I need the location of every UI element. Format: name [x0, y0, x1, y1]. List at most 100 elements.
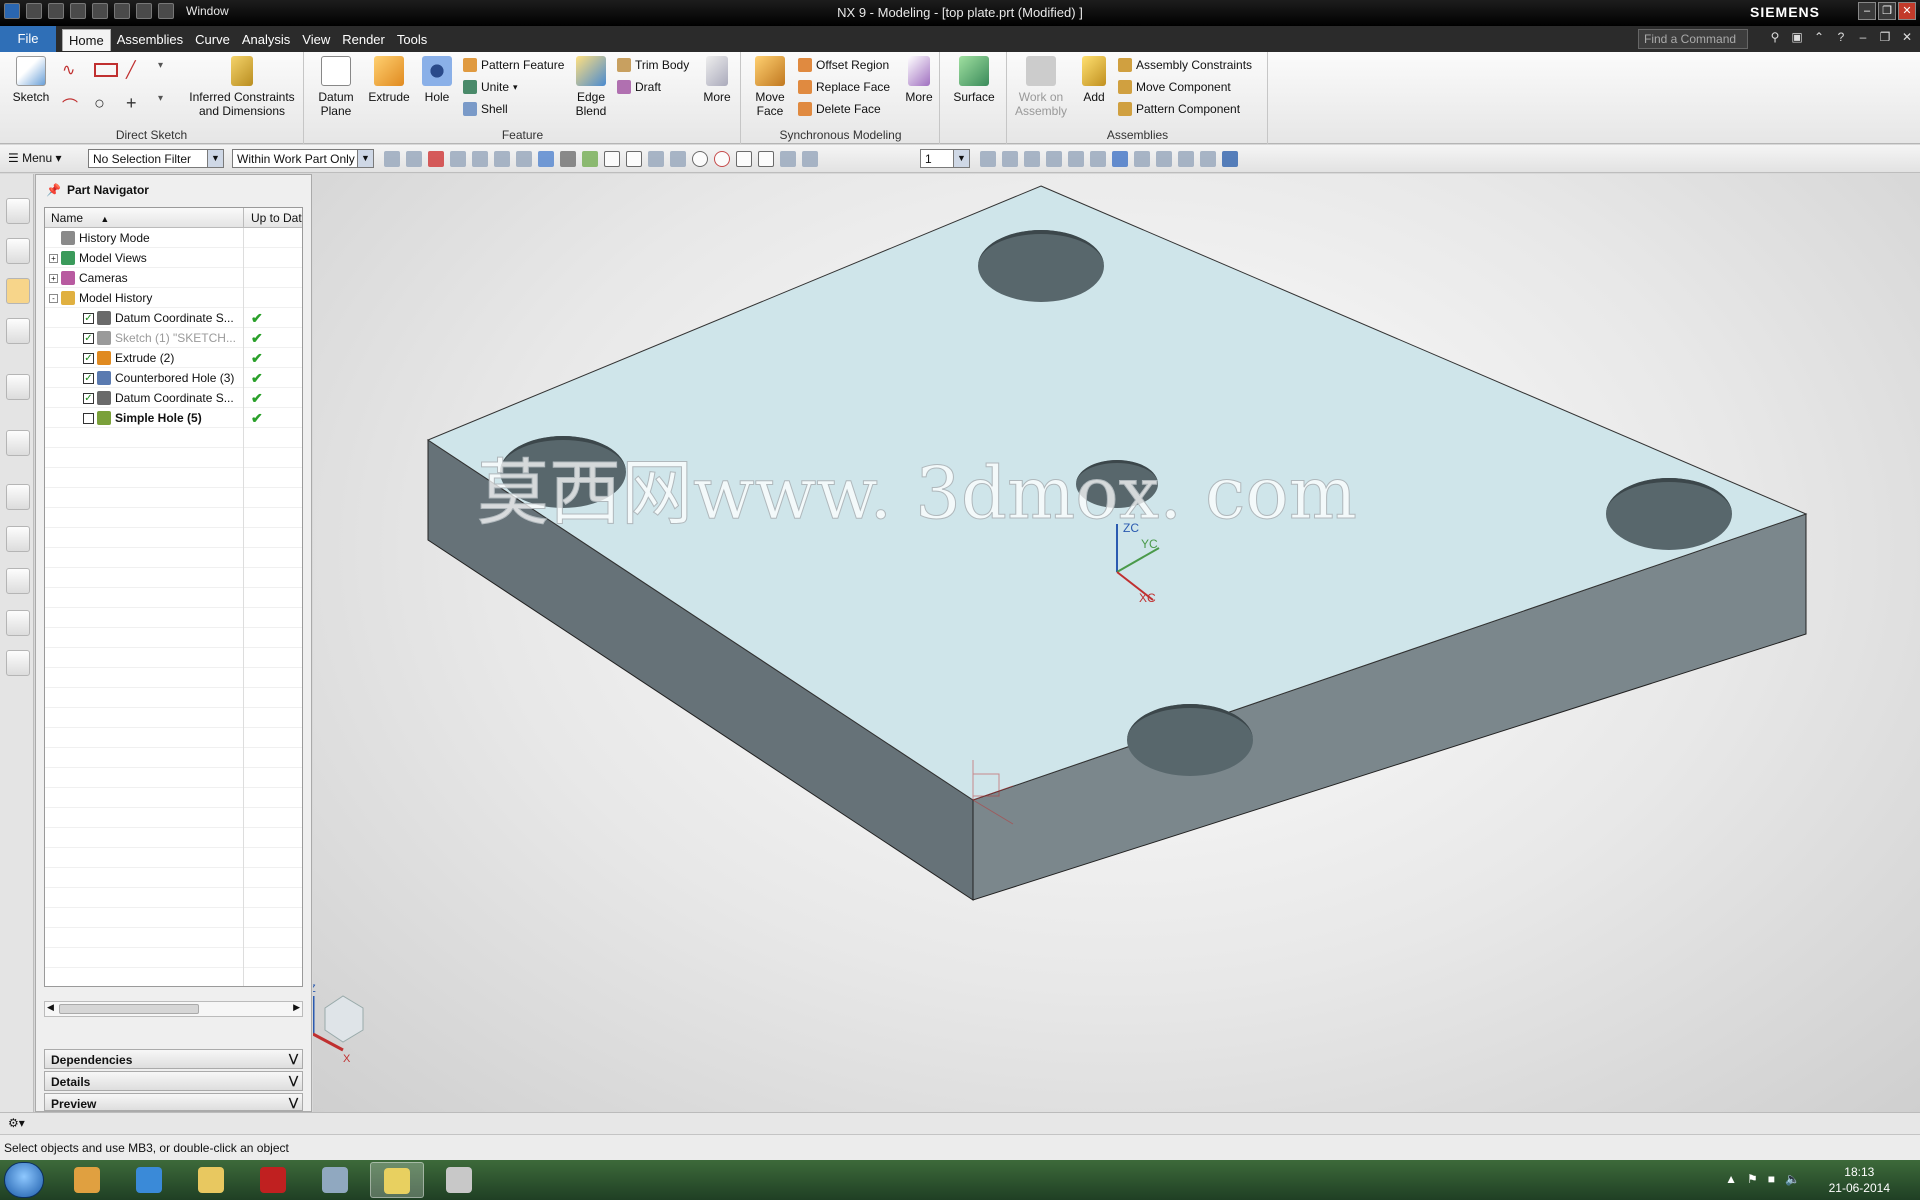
tab-home[interactable]: Home [62, 29, 111, 51]
start-button[interactable] [4, 1162, 44, 1198]
tree-row-name-cell[interactable]: + Model Views [45, 248, 244, 268]
hole-front[interactable] [1127, 704, 1253, 776]
feature-checkbox[interactable]: ✓ [83, 352, 94, 364]
tree-row[interactable]: + Model Views [45, 248, 302, 268]
tree-row[interactable]: ✓ Extrude (2) ✔ [45, 348, 302, 368]
trim-body-button[interactable]: Trim Body [617, 58, 689, 72]
zoom-icon[interactable] [1002, 151, 1018, 167]
tray-expand-icon[interactable]: ▲ [1725, 1172, 1737, 1186]
chevron-down-icon[interactable]: ⋁ [289, 1074, 298, 1087]
constraint-navigator-icon[interactable] [6, 238, 30, 264]
tree-expander-icon[interactable]: + [49, 253, 58, 263]
select-lasso-icon[interactable] [472, 151, 488, 167]
select-rectangle-icon[interactable] [428, 151, 444, 167]
graphics-window[interactable]: ZC YC XC Z X 莫西网www. 3dmox. com [313, 174, 1920, 1112]
taskbar-app-ie[interactable] [122, 1162, 176, 1198]
assembly-navigator-icon[interactable] [6, 198, 30, 224]
full-screen-icon[interactable]: ▣ [1790, 30, 1804, 44]
assembly-constraints-button[interactable]: Assembly Constraints [1118, 58, 1252, 72]
surface-button[interactable]: Surface [951, 56, 997, 104]
edge-blend-button[interactable]: Edge Blend [569, 56, 613, 118]
tree-row[interactable]: History Mode [45, 228, 302, 248]
circle-icon[interactable]: ○ [94, 93, 118, 122]
taskbar-app-nx[interactable] [370, 1162, 424, 1198]
preview-panel[interactable]: Preview ⋁ [44, 1093, 303, 1111]
existing-point-icon[interactable] [736, 151, 752, 167]
sync-more-button[interactable]: More [902, 56, 936, 104]
menu-button[interactable]: ☰ Menu ▾ [8, 151, 61, 165]
tree-row-name-cell[interactable]: History Mode [45, 228, 244, 248]
network-icon[interactable]: ■ [1768, 1172, 1775, 1186]
snap-enable-icon[interactable] [582, 151, 598, 167]
more-curves-icon[interactable]: ▾ [158, 60, 182, 85]
history-icon[interactable] [6, 484, 30, 510]
line-icon[interactable]: ╱ [126, 60, 150, 85]
taskbar-app-paint[interactable] [60, 1162, 114, 1198]
feature-checkbox[interactable]: ✓ [83, 372, 94, 384]
shell-button[interactable]: Shell [463, 102, 508, 116]
reuse-library-icon[interactable] [6, 318, 30, 344]
feature-checkbox[interactable]: ✓ [83, 332, 94, 344]
rotate-icon[interactable] [1024, 151, 1040, 167]
control-point-icon[interactable] [648, 151, 664, 167]
tree-row-name-cell[interactable]: ✓ Counterbored Hole (3) [45, 368, 244, 388]
point-on-face-icon[interactable] [780, 151, 796, 167]
feature-checkbox[interactable] [83, 412, 94, 424]
tree-row-name-cell[interactable]: + Cameras [45, 268, 244, 288]
tree-row[interactable]: ✓ Sketch (1) "SKETCH... ✔ [45, 328, 302, 348]
help-icon[interactable]: ? [1834, 30, 1848, 44]
offset-region-button[interactable]: Offset Region [798, 58, 889, 72]
tree-row[interactable]: - Model History [45, 288, 302, 308]
pattern-feature-button[interactable]: Pattern Feature [463, 58, 564, 72]
action-center-icon[interactable]: ⚑ [1747, 1172, 1758, 1186]
taskbar-app-paint2[interactable] [432, 1162, 486, 1198]
hole-button[interactable]: Hole [417, 56, 457, 104]
select-bodies-icon[interactable] [516, 151, 532, 167]
layer-settings-icon[interactable] [1200, 151, 1216, 167]
render-style-icon[interactable] [1068, 151, 1084, 167]
tree-row-name-cell[interactable]: ✓ Sketch (1) "SKETCH... [45, 328, 244, 348]
sketch-curve-palette[interactable]: ∿ ╱ ▾ ⌒ ○ + ▾ [62, 60, 174, 122]
inferred-constraints-button[interactable]: Inferred Constraints and Dimensions [182, 56, 302, 118]
part-navigator-icon[interactable] [6, 278, 30, 304]
taskbar-app-acrobat[interactable] [246, 1162, 300, 1198]
doc-minimize-icon[interactable]: – [1856, 30, 1870, 44]
move-face-button[interactable]: Move Face [750, 56, 790, 118]
tab-view[interactable]: View [296, 29, 336, 51]
manufacturing-wizards-icon[interactable] [6, 568, 30, 594]
tree-row-name-cell[interactable]: ✓ Extrude (2) [45, 348, 244, 368]
tree-row-name-cell[interactable]: ✓ Datum Coordinate S... [45, 308, 244, 328]
fit-icon[interactable] [980, 151, 996, 167]
rectangle-icon[interactable] [94, 63, 118, 77]
pan-icon[interactable] [1046, 151, 1062, 167]
select-features-icon[interactable] [384, 151, 400, 167]
deselect-icon[interactable] [450, 151, 466, 167]
minimize-button[interactable]: – [1858, 2, 1876, 20]
find-command-input[interactable]: Find a Command [1638, 29, 1748, 49]
snap-toggle-icon[interactable] [560, 151, 576, 167]
point-on-curve-icon[interactable] [758, 151, 774, 167]
tree-row-name-cell[interactable]: - Model History [45, 288, 244, 308]
work-layer-dropdown[interactable]: 1 ▼ [920, 149, 970, 168]
tree-row[interactable]: ✓ Counterbored Hole (3) ✔ [45, 368, 302, 388]
pattern-component-button[interactable]: Pattern Component [1118, 102, 1240, 116]
details-panel[interactable]: Details ⋁ [44, 1071, 303, 1091]
endpoint-icon[interactable] [604, 151, 620, 167]
chevron-down-icon[interactable]: ⋁ [289, 1096, 298, 1109]
profile-icon[interactable]: ∿ [62, 60, 86, 85]
sketch-button[interactable]: Sketch [8, 56, 54, 104]
scroll-right-icon[interactable]: ▶ [293, 1002, 300, 1013]
arc-icon[interactable]: ⌒ [62, 93, 86, 122]
dependencies-panel[interactable]: Dependencies ⋁ [44, 1049, 303, 1069]
arc-center-icon[interactable] [692, 151, 708, 167]
collapse-ribbon-icon[interactable]: ⌃ [1812, 30, 1826, 44]
tree-row[interactable]: ✓ Datum Coordinate S... ✔ [45, 388, 302, 408]
tree-row[interactable]: Simple Hole (5) ✔ [45, 408, 302, 428]
restore-button[interactable]: ❐ [1878, 2, 1896, 20]
move-component-button[interactable]: Move Component [1118, 80, 1231, 94]
scroll-thumb[interactable] [59, 1004, 199, 1014]
tab-curve[interactable]: Curve [189, 29, 236, 51]
doc-restore-icon[interactable]: ❐ [1878, 30, 1892, 44]
chevron-down-icon[interactable]: ⋁ [289, 1052, 298, 1065]
tree-row-name-cell[interactable]: ✓ Datum Coordinate S... [45, 388, 244, 408]
